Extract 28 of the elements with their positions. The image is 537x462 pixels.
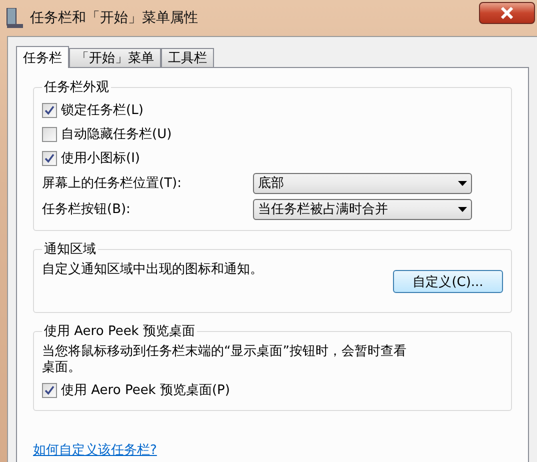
- tab[interactable]: 工具栏: [161, 48, 214, 67]
- checkbox[interactable]: [42, 150, 57, 166]
- description-text: 当您将鼠标移动到任务栏末端的“显示桌面”按钮时，会暂时查看桌面。: [42, 344, 408, 376]
- checkbox-label: 使用 Aero Peek 预览桌面(P): [61, 382, 230, 399]
- computer-icon: [6, 8, 24, 28]
- dropdown-label: 任务栏按钮(B):: [42, 201, 132, 218]
- group-title: 通知区域: [43, 241, 97, 258]
- checkbox[interactable]: [42, 382, 57, 398]
- tab[interactable]: 「开始」菜单: [69, 48, 161, 67]
- tab[interactable]: 任务栏: [16, 46, 69, 68]
- checkbox[interactable]: [42, 102, 57, 118]
- checkbox[interactable]: [42, 126, 57, 142]
- close-button[interactable]: [479, 2, 535, 24]
- checkbox-label: 锁定任务栏(L): [61, 102, 144, 119]
- caret-icon: [458, 180, 467, 186]
- customize-button[interactable]: 自定义(C)...: [393, 270, 503, 293]
- group-title: 任务栏外观: [43, 79, 110, 96]
- help-link[interactable]: 如何自定义该任务栏?: [33, 441, 157, 459]
- caret-icon: [458, 206, 467, 212]
- checkbox-label: 使用小图标(I): [61, 150, 140, 167]
- dropdown[interactable]: 当任务栏被占满时合并: [253, 198, 472, 220]
- close-icon: [500, 7, 514, 19]
- dropdown-label: 屏幕上的任务栏位置(T):: [42, 175, 182, 192]
- group-title: 使用 Aero Peek 预览桌面: [43, 323, 196, 340]
- window-title: 任务栏和「开始」菜单属性: [30, 9, 199, 27]
- description-text: 自定义通知区域中出现的图标和通知。: [42, 262, 263, 278]
- dropdown[interactable]: 底部: [253, 172, 472, 194]
- checkbox-label: 自动隐藏任务栏(U): [61, 126, 172, 143]
